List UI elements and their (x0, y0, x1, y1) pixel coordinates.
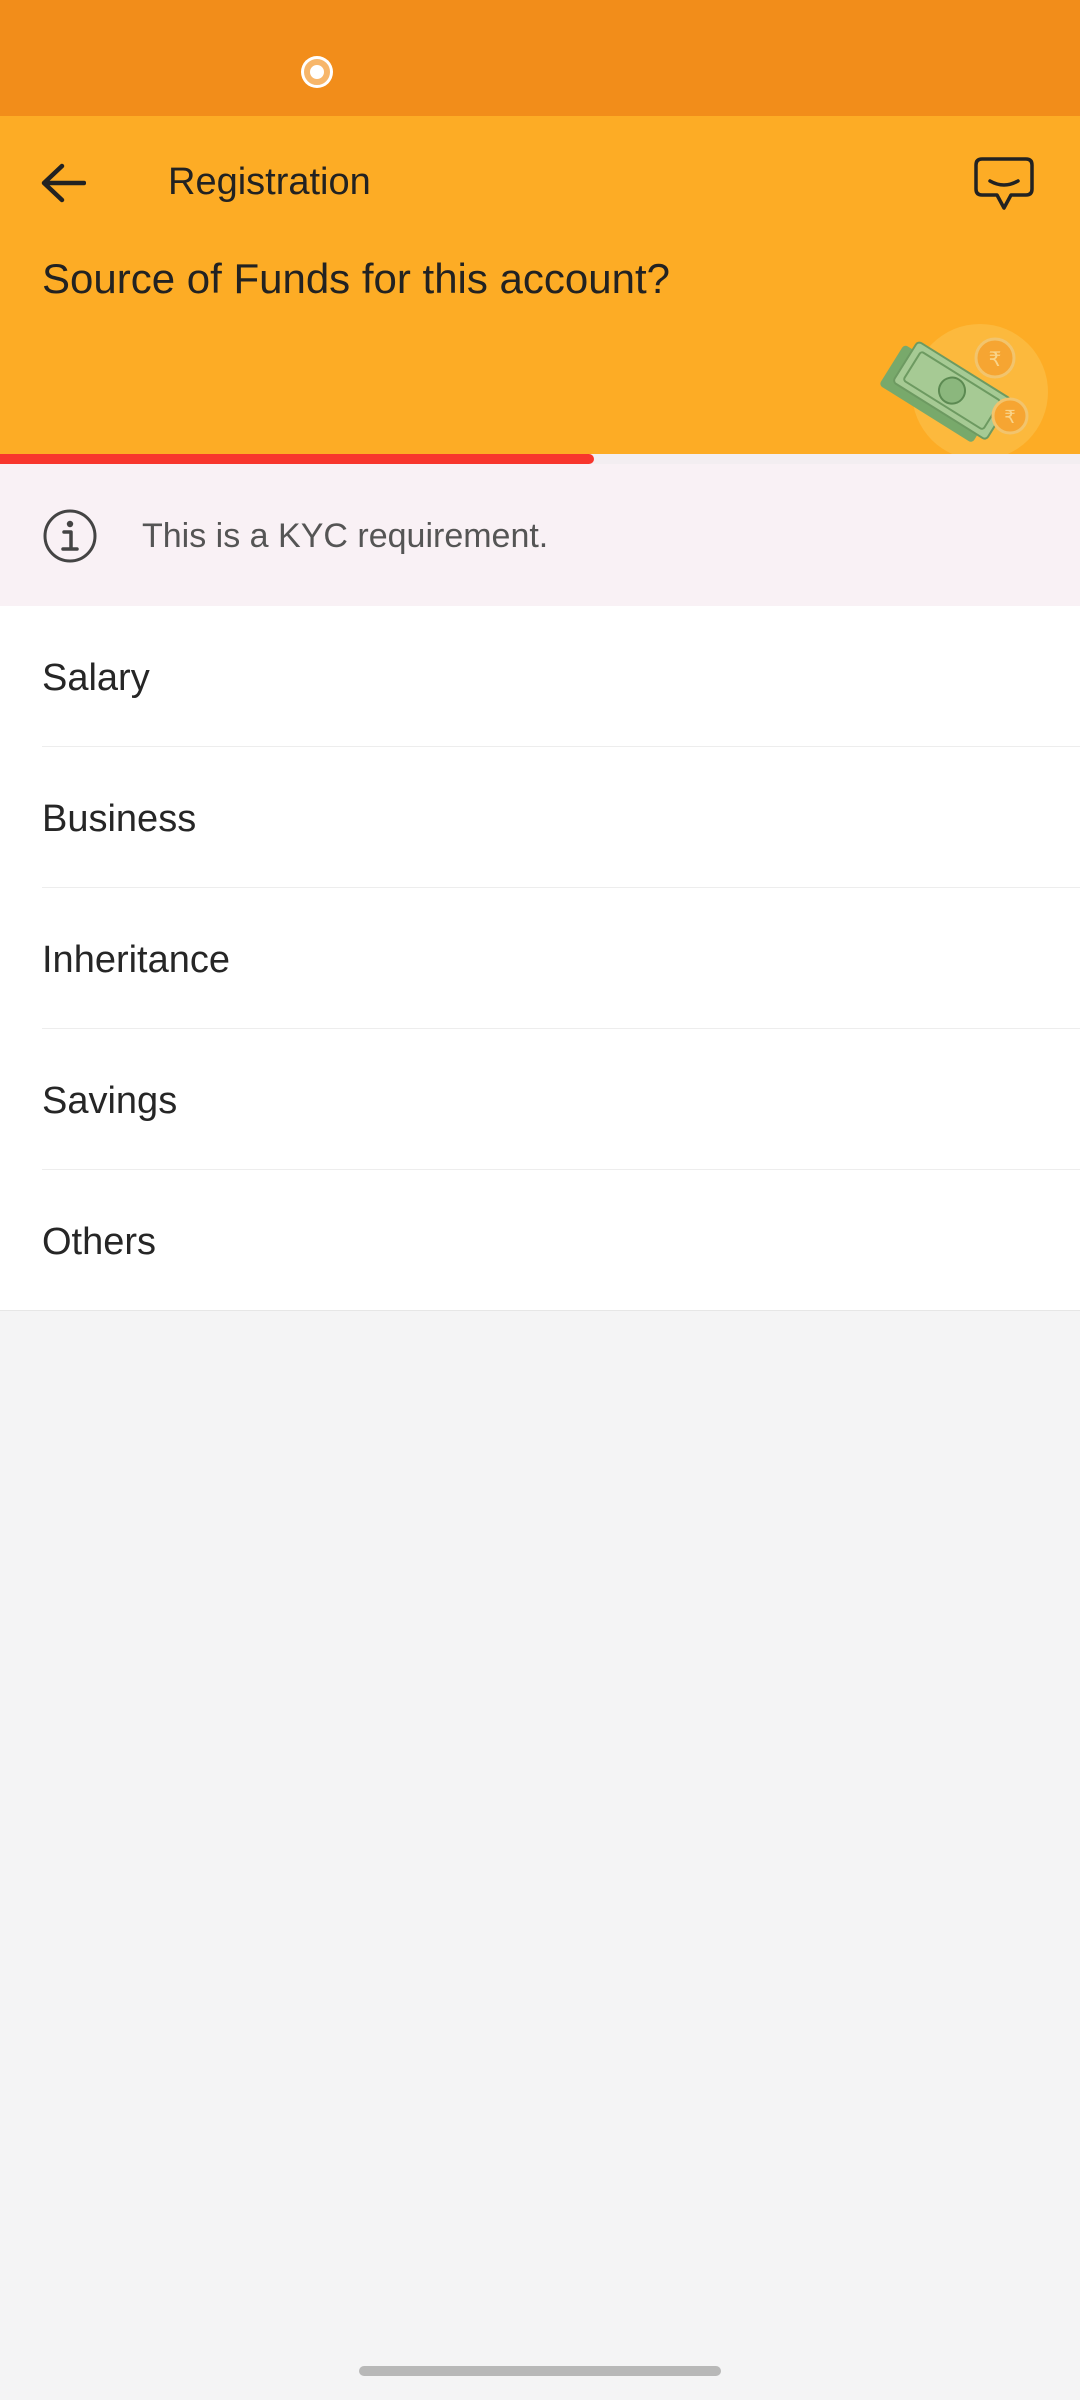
option-others[interactable]: Others (0, 1170, 1080, 1311)
kyc-notice-banner: This is a KYC requirement. (0, 464, 1080, 606)
page-title: Registration (168, 161, 371, 203)
app-header: Registration Source of Funds for this ac… (0, 116, 1080, 454)
option-label: Inheritance (42, 939, 231, 981)
back-button[interactable] (28, 148, 98, 218)
source-of-funds-options: Salary Business Inheritance Savings Othe… (0, 606, 1080, 1311)
svg-text:₹: ₹ (989, 347, 1002, 371)
arrow-left-icon (41, 163, 86, 203)
status-bar (0, 0, 1080, 116)
info-icon (43, 509, 97, 563)
option-label: Others (42, 1221, 157, 1263)
option-business[interactable]: Business (0, 747, 1080, 888)
progress-bar-fill (0, 454, 594, 464)
option-salary[interactable]: Salary (0, 606, 1080, 747)
status-dot-icon (304, 59, 330, 85)
home-indicator[interactable] (359, 2366, 721, 2376)
option-label: Savings (42, 1080, 178, 1122)
option-label: Salary (42, 657, 150, 699)
question-title: Source of Funds for this account? (42, 255, 671, 302)
option-savings[interactable]: Savings (0, 1029, 1080, 1170)
kyc-notice-text: This is a KYC requirement. (142, 517, 549, 555)
option-inheritance[interactable]: Inheritance (0, 888, 1080, 1029)
money-coins-illustration: ₹ ₹ (880, 324, 1048, 454)
svg-text:₹: ₹ (1004, 407, 1015, 428)
chat-button[interactable] (968, 152, 1040, 218)
option-label: Business (42, 798, 197, 840)
progress-bar (0, 454, 1080, 464)
chat-bubble-icon (974, 157, 1034, 210)
